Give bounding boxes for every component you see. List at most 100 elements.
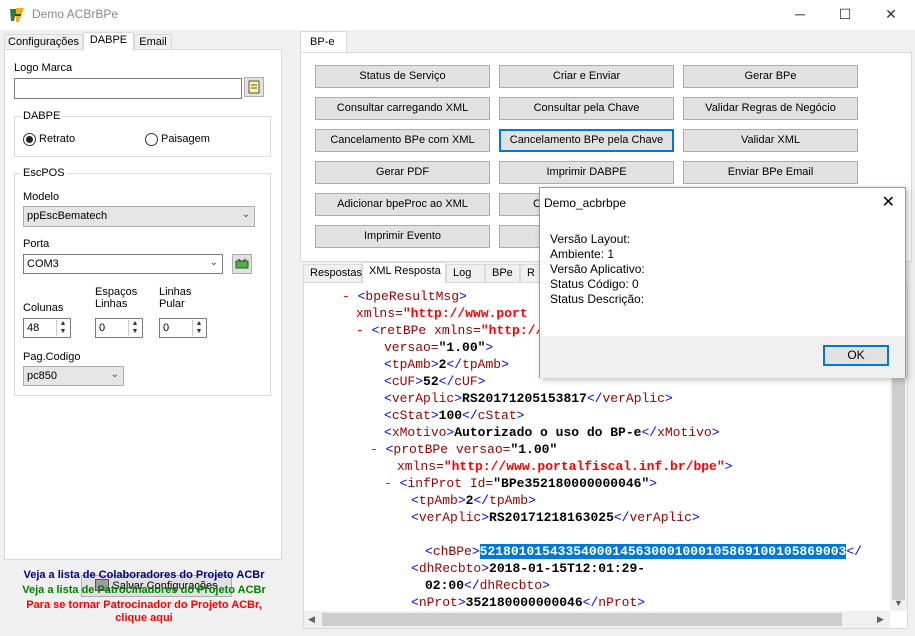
xml-value: "BPe352180000000046" [493, 476, 650, 491]
serial-port-icon [235, 258, 249, 269]
tab-bpe[interactable]: BP-e [300, 31, 347, 53]
escpos-group-label: EscPOS [21, 167, 67, 179]
xml-tag: infProt [407, 476, 463, 491]
dialog-close-icon[interactable]: ✕ [882, 192, 895, 212]
xml-text: RS20171218163025 [489, 510, 614, 525]
gerar-bpe-button[interactable]: Gerar BPe [683, 65, 858, 88]
port-config-button[interactable] [232, 254, 252, 274]
horizontal-scrollbar[interactable]: ◀ ▶ [304, 611, 890, 628]
xml-tag: bpeResultMsg [365, 289, 460, 304]
radio-retrato[interactable] [23, 133, 36, 146]
dialog-title: Demo_acbrbpe [544, 196, 627, 210]
xml-tag: tpAmb [391, 357, 431, 372]
ok-button[interactable]: OK [823, 345, 889, 366]
message-dialog: Demo_acbrbpe ✕ Versão Layout: Ambiente: … [539, 187, 906, 378]
credit-colaboradores-text: Veja a lista de Colaboradores do Projeto… [23, 569, 265, 581]
scroll-right-icon[interactable]: ▶ [877, 614, 884, 625]
browse-logo-button[interactable] [244, 77, 264, 97]
maximize-button[interactable]: ☐ [822, 0, 868, 30]
imprimir-evento-button[interactable]: Imprimir Evento [315, 225, 490, 248]
logo-input[interactable] [14, 78, 242, 99]
xml-line: - <bpeResultMsg> [342, 289, 467, 304]
chevron-down-icon: ⌄ [209, 257, 218, 268]
credit-patrocinadores-link[interactable]: Veja a lista de Patrocinadores do Projet… [4, 584, 284, 596]
xml-selected-text[interactable]: 5218010154335400014563000100010586910010… [479, 544, 847, 559]
scroll-left-icon[interactable]: ◀ [308, 614, 315, 625]
minimize-button[interactable]: ─ [777, 0, 823, 30]
credit-colaboradores-link[interactable]: Veja a lista de Colaboradores do Projeto… [4, 569, 284, 581]
xml-tag: nProt [598, 595, 638, 610]
validar-xml-button[interactable]: Validar XML [683, 129, 858, 152]
dialog-footer: OK [540, 336, 905, 378]
scroll-down-icon[interactable]: ▼ [894, 598, 903, 608]
xml-attr: Id= [462, 476, 494, 491]
modelo-label: Modelo [23, 191, 60, 203]
spin-arrows-icon[interactable]: ▲ ▼ [128, 320, 141, 336]
cancelamento-xml-button[interactable]: Cancelamento BPe com XML [315, 129, 490, 152]
espacos-spinner[interactable]: 0 ▲ ▼ [95, 318, 143, 338]
xml-value: "http://www.port [402, 306, 528, 321]
xml-line: <verAplic>RS20171205153817</verAplic> [384, 391, 673, 406]
tab-xml-resposta[interactable]: XML Resposta [362, 262, 446, 283]
xml-tag: cUF [391, 374, 416, 389]
consultar-xml-button[interactable]: Consultar carregando XML [315, 97, 490, 120]
imprimir-dabpe-button[interactable]: Imprimir DABPE [499, 161, 674, 184]
dialog-line-ambiente: Ambiente: 1 [550, 247, 615, 261]
validar-regras-button[interactable]: Validar Regras de Negócio [683, 97, 858, 120]
adicionar-bpeproc-button[interactable]: Adicionar bpeProc ao XML [315, 193, 490, 216]
xml-line: versao="1.00"> [384, 340, 494, 355]
xml-line: 02:00</dhRecbto> [425, 578, 550, 593]
linhas-spinner[interactable]: 0 ▲ ▼ [159, 318, 207, 338]
xml-line: - <protBPe versao="1.00" [370, 442, 558, 457]
xml-tag: verAplic [629, 510, 692, 525]
enviar-email-button[interactable]: Enviar BPe Email [683, 161, 858, 184]
gerar-pdf-button[interactable]: Gerar PDF [315, 161, 490, 184]
xml-value: "http://www.portalfiscal.inf.br/bpe" [443, 459, 725, 474]
tab-log[interactable]: Log [446, 264, 485, 282]
credit-click-text: clique aqui [115, 612, 173, 624]
xml-line: - <retBPe xmlns="http://w [356, 323, 552, 338]
consultar-chave-button[interactable]: Consultar pela Chave [499, 97, 674, 120]
xml-tag: nProt [418, 595, 458, 610]
espacos-value: 0 [99, 322, 106, 334]
tab-bpe-result[interactable]: BPe [485, 264, 520, 282]
horizontal-scroll-thumb[interactable] [322, 613, 842, 626]
spin-arrows-icon[interactable]: ▲ ▼ [192, 320, 205, 336]
xml-tag: tpAmb [462, 357, 502, 372]
xml-tag: protBPe [393, 442, 449, 457]
xml-tag: dhRecbto [418, 561, 482, 576]
xml-tag: xMotivo [391, 425, 447, 440]
dialog-line-status-descricao: Status Descrição: [550, 292, 645, 306]
xml-text: RS20171205153817 [462, 391, 587, 406]
tab-dabpe[interactable]: DABPE [83, 32, 134, 51]
xml-tag: verAplic [602, 391, 665, 406]
chevron-down-icon: ⌄ [241, 209, 250, 220]
spin-arrows-icon[interactable]: ▲ ▼ [56, 320, 69, 336]
criar-enviar-button[interactable]: Criar e Enviar [499, 65, 674, 88]
xml-tag: dhRecbto [479, 578, 543, 593]
xml-tag: tpAmb [489, 493, 529, 508]
colunas-spinner[interactable]: 48 ▲ ▼ [23, 318, 71, 338]
xml-line: <verAplic>RS20171218163025</verAplic> [411, 510, 700, 525]
modelo-select[interactable]: ppEscBematech ⌄ [23, 206, 255, 227]
porta-select[interactable]: COM3 ⌄ [23, 254, 223, 274]
title-bar: Demo ACBrBPe ─ ☐ ✕ [0, 0, 915, 30]
modelo-value: ppEscBematech [27, 210, 108, 222]
dabpe-tab-page: Logo Marca DABPE Retrato Paisagem EscPOS… [4, 49, 282, 560]
xml-tag: cStat [477, 408, 517, 423]
folder-icon [248, 80, 260, 94]
xml-tag: verAplic [418, 510, 482, 525]
credit-click-link[interactable]: clique aqui [4, 612, 284, 624]
dabpe-group-label: DABPE [21, 110, 63, 122]
pagcodigo-select[interactable]: pc850 ⌄ [23, 366, 124, 386]
close-button[interactable]: ✕ [868, 0, 914, 30]
pagcodigo-label: Pag.Codigo [23, 351, 81, 363]
credit-sponsor-link[interactable]: Para se tornar Patrocinador do Projeto A… [4, 599, 284, 611]
credit-sponsor-text: Para se tornar Patrocinador do Projeto A… [26, 599, 262, 611]
radio-paisagem[interactable] [145, 133, 158, 146]
left-config-panel: Configurações DABPE Email Logo Marca DAB… [0, 30, 299, 636]
tab-respostas[interactable]: Respostas [303, 264, 362, 282]
status-servico-button[interactable]: Status de Serviço [315, 65, 490, 88]
xml-text: 100 [438, 408, 463, 423]
cancelamento-chave-button[interactable]: Cancelamento BPe pela Chave [499, 129, 674, 152]
